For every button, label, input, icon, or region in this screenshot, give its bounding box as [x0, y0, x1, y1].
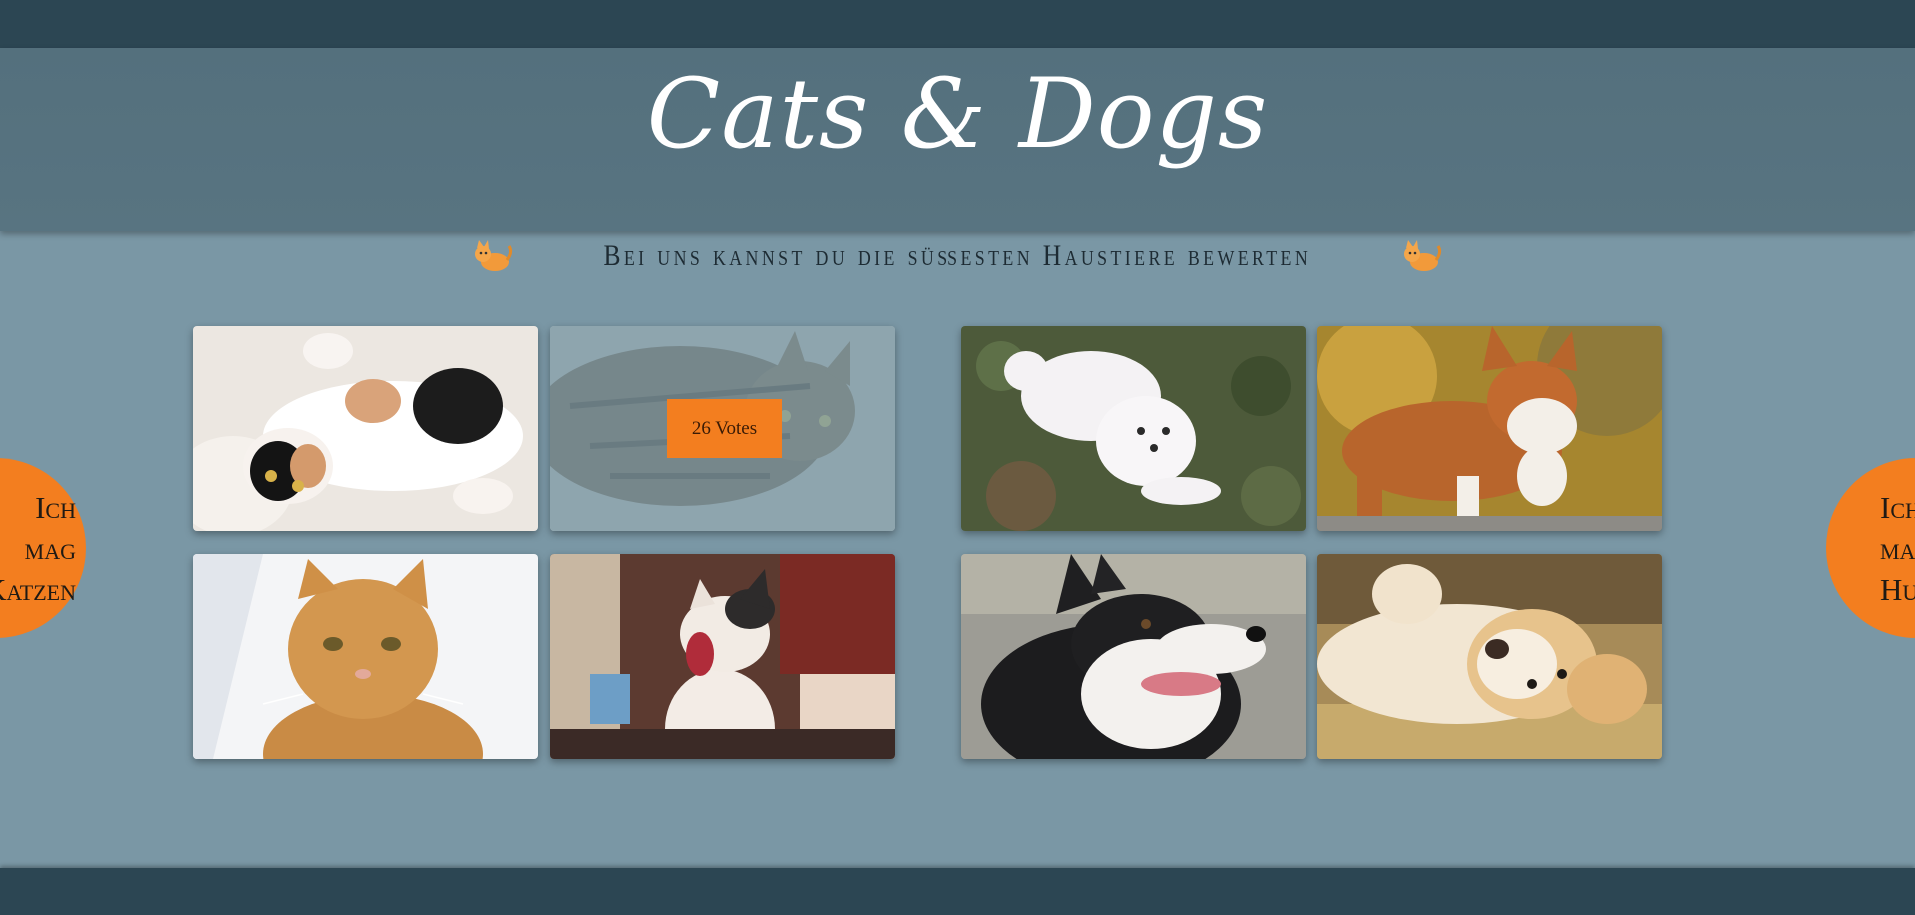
husky-photo[interactable] [961, 554, 1306, 759]
cat-emoji-icon [475, 240, 513, 271]
like-cats-label-3: Katzen [0, 571, 76, 607]
tagline: Bei uns kannst du die süßesten Haustiere… [0, 236, 1915, 276]
like-dogs-label-2: mag [1880, 530, 1915, 566]
yawning-kitten-photo[interactable] [550, 554, 895, 759]
tagline-text: Bei uns kannst du die süßesten Haustiere… [603, 239, 1312, 272]
white-dog-photo[interactable] [961, 326, 1306, 531]
corgi-photo[interactable] [1317, 326, 1662, 531]
like-dogs-button[interactable]: Ich mag Hunde [1826, 458, 1915, 638]
golden-dog-photo[interactable] [1317, 554, 1662, 759]
like-dogs-label-3: Hunde [1880, 571, 1915, 607]
like-dogs-label-1: Ich [1880, 489, 1915, 525]
like-cats-label-1: Ich [35, 489, 76, 525]
cat-emoji-icon [1403, 240, 1441, 271]
top-bar [0, 0, 1915, 48]
site-title: Cats & Dogs [646, 58, 1269, 170]
calico-cat-photo[interactable] [193, 326, 538, 531]
footer-bar [0, 868, 1915, 915]
like-cats-label-2: mag [24, 530, 76, 566]
votes-button[interactable]: 26 Votes [667, 399, 782, 458]
like-cats-button[interactable]: Ich mag Katzen [0, 458, 86, 638]
orange-cat-photo[interactable] [193, 554, 538, 759]
tabby-cat-photo[interactable]: 26 Votes [550, 326, 895, 531]
